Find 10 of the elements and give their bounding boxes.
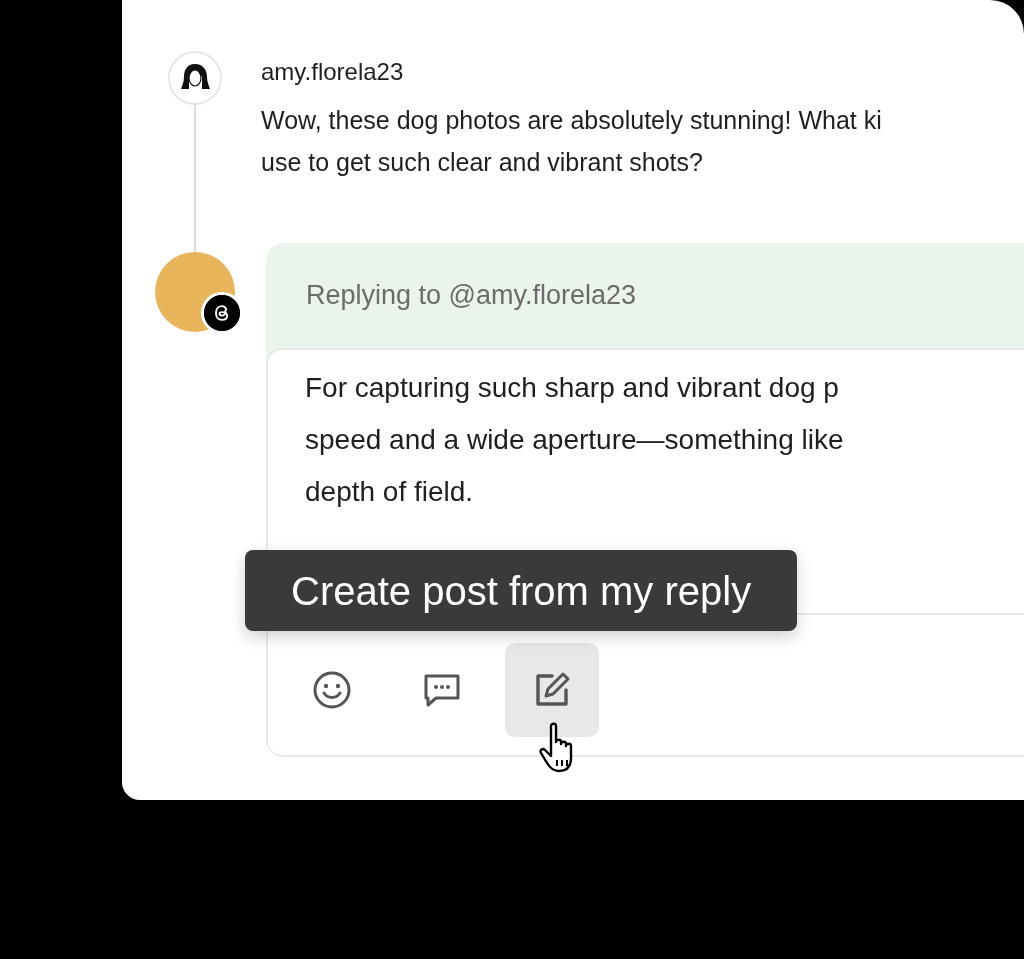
username: amy.florela23 — [261, 57, 405, 87]
replying-to-label: Replying to @amy.florela23 — [305, 279, 638, 313]
reply-text-line: For capturing such sharp and vibrant dog p — [305, 371, 840, 405]
smiley-icon — [312, 670, 352, 710]
edit-button[interactable] — [505, 643, 599, 737]
comment-text-line: Wow, these dog photos are absolutely stunning! What ki — [261, 105, 883, 136]
reply-text-line: depth of field. — [305, 475, 475, 509]
comment-text-line: use to get such clear and vibrant shots? — [261, 147, 704, 178]
tooltip: Create post from my reply — [245, 550, 798, 631]
reply-text-line: speed and a wide aperture—something like — [305, 423, 845, 457]
